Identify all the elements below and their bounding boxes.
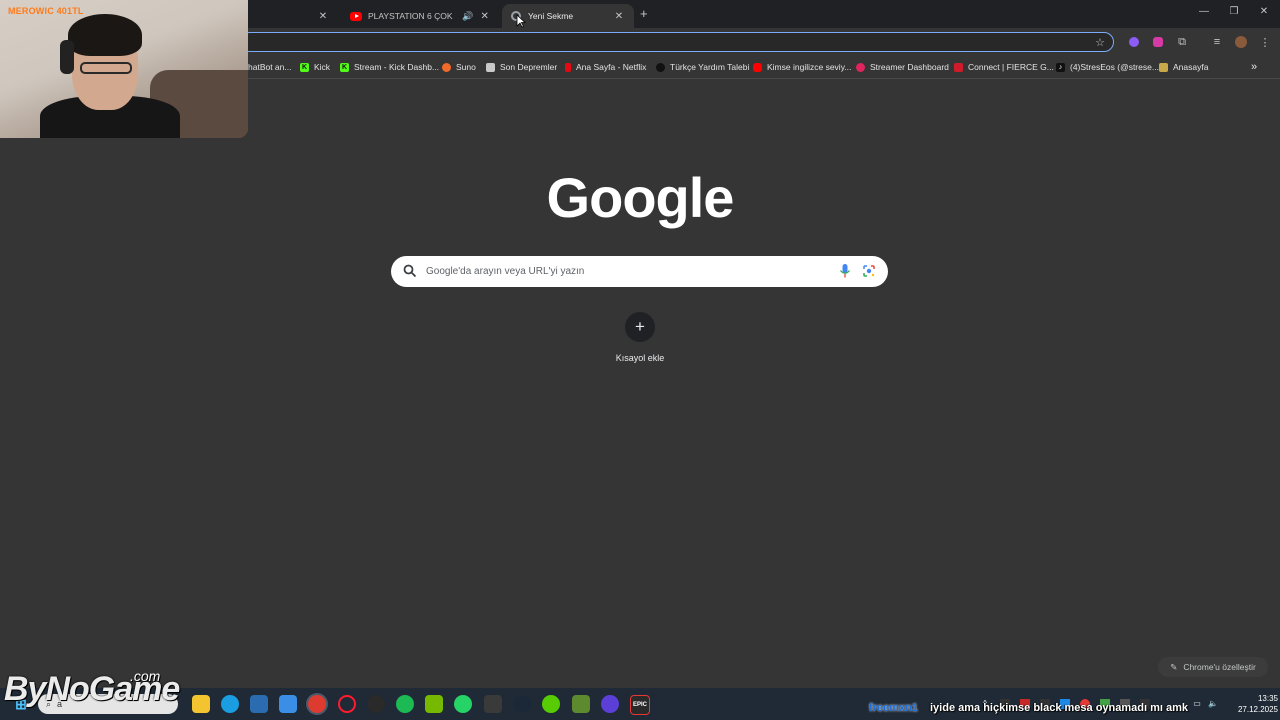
google-lens-icon[interactable] [862,264,876,278]
donation-text: MEROWIC 401TL [8,6,84,16]
bookmark-item[interactable]: Suno [442,60,476,74]
whatsapp-icon[interactable] [454,695,472,713]
bookmark-item[interactable]: Ana Sayfa - Netflix [565,60,646,74]
bookmark-item[interactable]: Kimse ingilizce seviy... [753,60,851,74]
bookmark-item[interactable]: Türkçe Yardım Talebi [656,60,749,74]
star-icon[interactable]: ☆ [1092,35,1108,49]
bookmark-label: Stream - Kick Dashb... [354,62,440,72]
speaker-icon[interactable]: 🔊 [462,11,473,22]
support-icon [656,62,665,72]
bookmark-label: (4)StresEos (@strese... [1070,62,1159,72]
tab-playstation[interactable]: PLAYSTATION 6 ÇOK FARKL 🔊 ✕ [342,4,498,28]
kick-icon: K [340,62,349,72]
new-tab-button[interactable]: + [640,6,648,21]
opera-icon[interactable] [338,695,356,713]
bookmark-item[interactable]: K Kick [300,60,330,74]
search-icon [403,264,417,278]
bookmark-item[interactable]: Anasayfa [1159,60,1208,74]
bookmark-label: Son Depremler [500,62,558,72]
customize-chrome-button[interactable]: ✎ Chrome'u özelleştir [1158,657,1268,677]
bookmark-label: Kimse ingilizce seviy... [767,62,852,72]
volume-icon[interactable]: 🔈 [1208,699,1218,709]
bookmark-label: Suno [456,62,476,72]
network-icon[interactable]: ▭ [1192,699,1202,709]
netflix-icon [565,62,571,72]
bookmark-label: Türkçe Yardım Talebi [670,62,750,72]
stream-watermark-suffix: .com [130,668,161,684]
suno-icon [442,62,451,72]
explorer-icon[interactable] [192,695,210,713]
store-icon[interactable] [250,695,268,713]
steam-icon[interactable] [513,695,531,713]
chat-username: freemxn1 [869,702,918,714]
bookmark-item[interactable]: K Stream - Kick Dashb... [340,60,439,74]
search-placeholder[interactable]: Google'da arayın veya URL'yi yazın [426,266,584,277]
menu-icon[interactable]: ⋮ [1257,35,1273,49]
address-bar[interactable] [240,32,1114,52]
close-tab-icon[interactable]: ✕ [479,11,490,22]
bookmark-label: Connect | FIERCE G... [968,62,1054,72]
bookmark-label: Kick [314,62,331,72]
bookmark-item[interactable]: ♪ (4)StresEos (@strese... [1056,60,1159,74]
earthquake-icon [486,62,495,72]
edge-icon[interactable] [221,695,239,713]
youtube-icon [753,62,762,72]
tab-title: Yeni Sekme [528,11,574,21]
bookmark-item[interactable]: Streamer Dashboard [856,60,949,74]
clock-time[interactable]: 13:35 [1238,694,1278,703]
tiktok-icon: ♪ [1056,62,1065,72]
bookmark-label: hatBot an... [248,62,292,72]
headset-icon [60,40,74,74]
avatar[interactable] [1233,35,1249,49]
mouse-cursor-icon [516,14,526,28]
minimize-icon[interactable]: — [1194,6,1214,17]
dashboard-icon [856,62,865,72]
clock-date[interactable]: 27.12.2025 [1222,705,1278,714]
bookmark-label: Ana Sayfa - Netflix [576,62,647,72]
spotify-icon[interactable] [396,695,414,713]
tab-hidden[interactable]: ✕ [248,4,338,28]
pencil-icon: ✎ [1170,661,1178,672]
duolingo-icon[interactable] [542,695,560,713]
epic-icon[interactable]: EPIC [630,695,650,715]
settings-icon[interactable] [279,695,297,713]
home-icon [1159,62,1168,72]
fierce-icon [954,62,963,72]
bookmark-item[interactable]: Connect | FIERCE G... [954,60,1054,74]
chrome-icon[interactable] [308,695,326,713]
customize-label: Chrome'u özelleştir [1183,662,1256,672]
close-tab-icon[interactable]: ✕ [316,11,330,22]
plus-icon: + [635,317,645,336]
add-shortcut-button[interactable]: + [625,312,655,342]
webcam-overlay: MEROWIC 401TL [0,0,248,138]
webcam-hair [68,14,142,56]
tab-title: PLAYSTATION 6 ÇOK FARKL [368,11,454,21]
nvidia-icon[interactable] [425,695,443,713]
add-shortcut-label[interactable]: Kısayol ekle [590,353,690,363]
youtube-icon [350,10,362,22]
chat-message: iyide ama hiçkimse black mesa oynamadı m… [930,702,1189,714]
extension-purple-icon[interactable] [1126,35,1142,49]
bookmark-label: Anasayfa [1173,62,1209,72]
maximize-icon[interactable]: ❐ [1224,6,1244,17]
microphone-icon[interactable] [839,263,851,279]
davinci-icon[interactable] [367,695,385,713]
bookmark-label: Streamer Dashboard [870,62,949,72]
minecraft-icon[interactable] [572,695,590,713]
media-control-icon[interactable]: ≡ [1209,35,1225,49]
google-logo: Google [546,166,735,229]
kick-icon: K [300,62,309,72]
webcam-glasses [80,62,132,74]
close-tab-icon[interactable]: ✕ [612,11,626,22]
extension-pink-icon[interactable] [1150,35,1166,49]
bookmark-item[interactable]: hatBot an... [248,60,291,74]
close-window-icon[interactable]: ✕ [1254,6,1274,17]
app2-icon[interactable] [601,695,619,713]
more-bookmarks-icon[interactable]: » [1251,60,1257,74]
extensions-puzzle-icon[interactable]: ⧉ [1174,35,1190,49]
app-icon[interactable] [484,695,502,713]
bookmark-item[interactable]: Son Depremler [486,60,557,74]
